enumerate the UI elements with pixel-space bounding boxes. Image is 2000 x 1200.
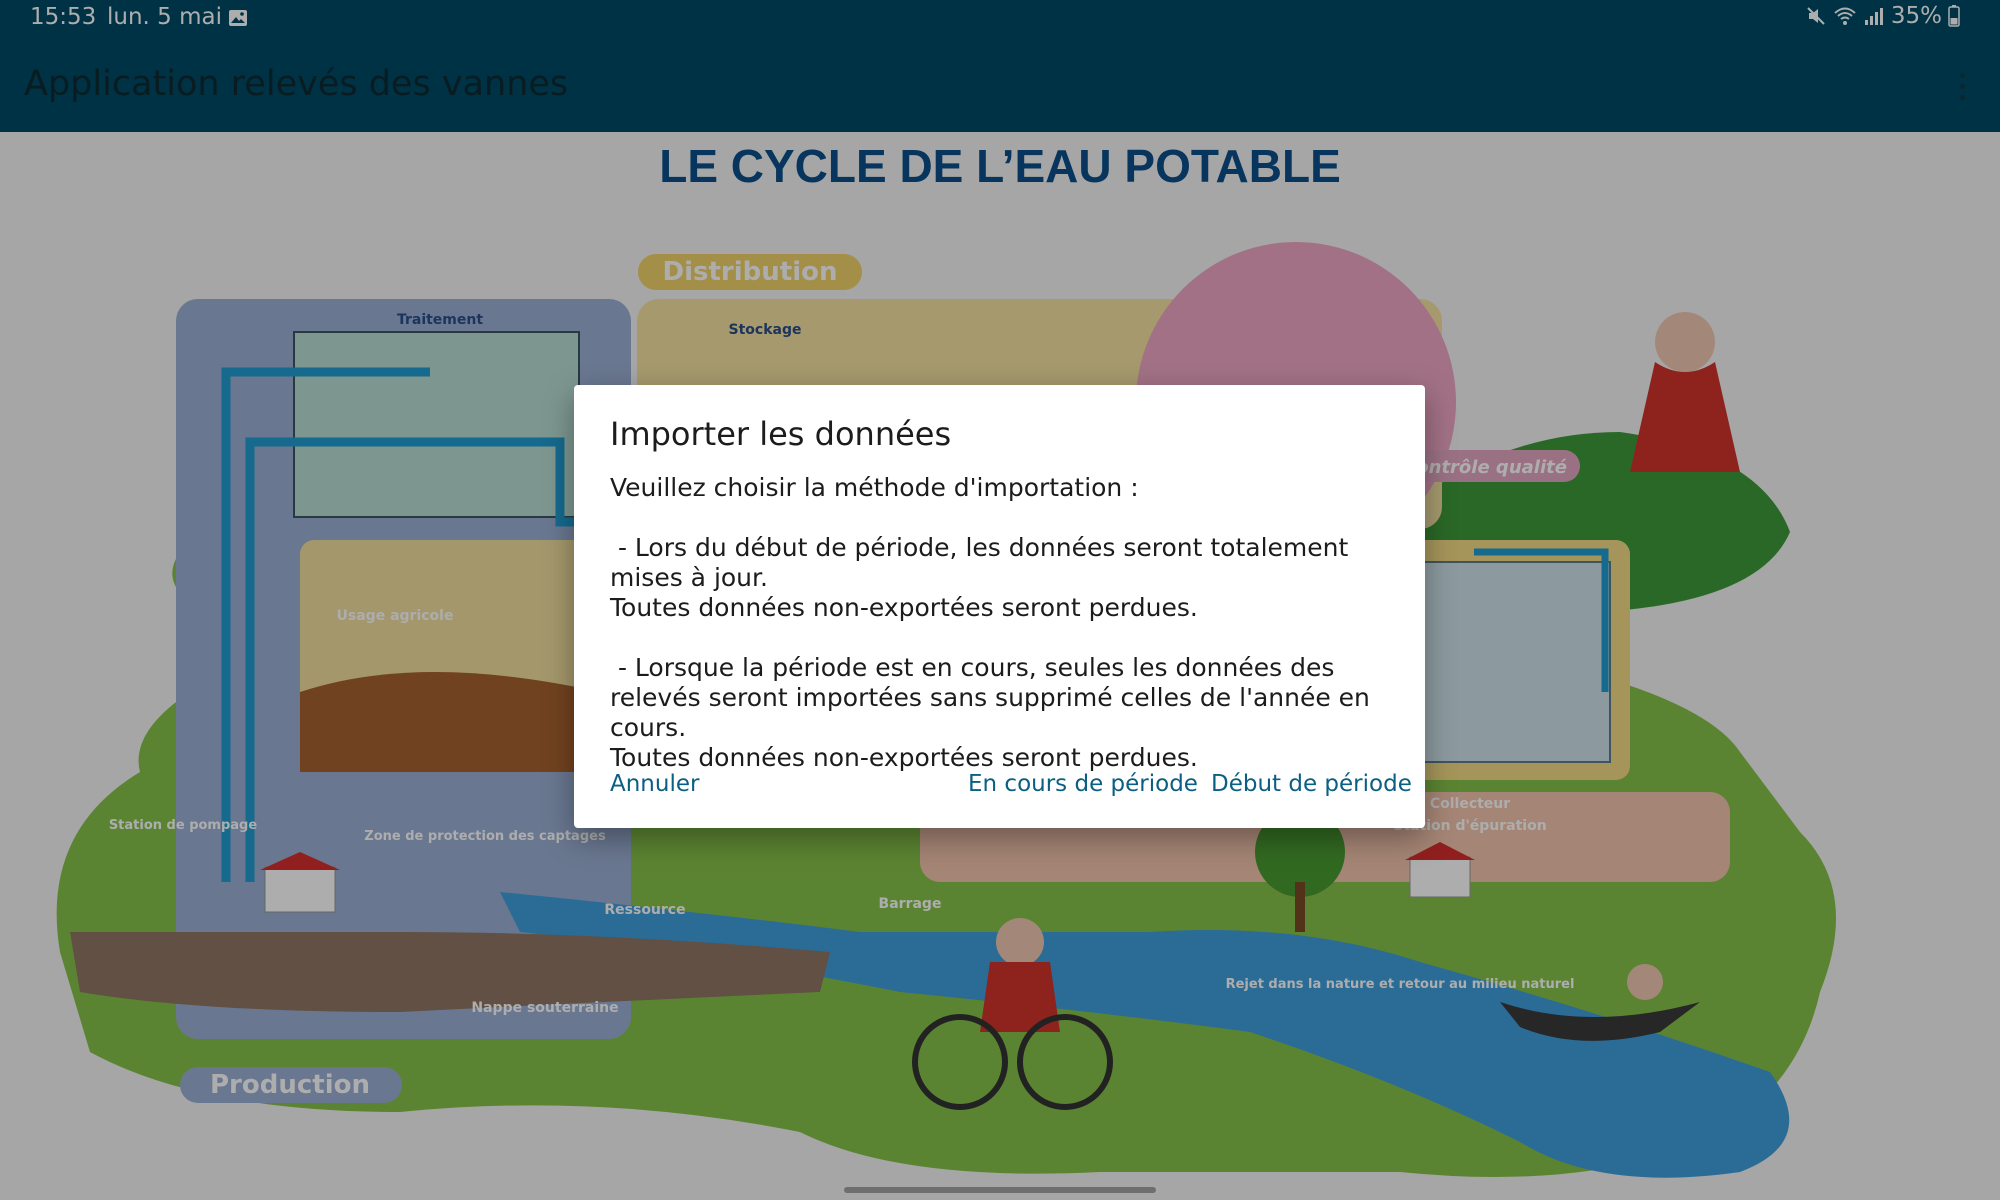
import-dialog: Importer les données Veuillez choisir la… xyxy=(574,385,1425,828)
tablet-screen: { "status_bar": { "time": "15:53", "date… xyxy=(0,0,2000,1200)
current-period-button[interactable]: En cours de période xyxy=(968,771,1198,797)
start-period-button[interactable]: Début de période xyxy=(1211,771,1412,797)
dialog-message: Veuillez choisir la méthode d'importatio… xyxy=(610,473,1370,772)
dialog-title: Importer les données xyxy=(610,415,952,453)
cancel-button[interactable]: Annuler xyxy=(610,771,699,797)
gesture-nav-bar[interactable] xyxy=(844,1187,1156,1193)
